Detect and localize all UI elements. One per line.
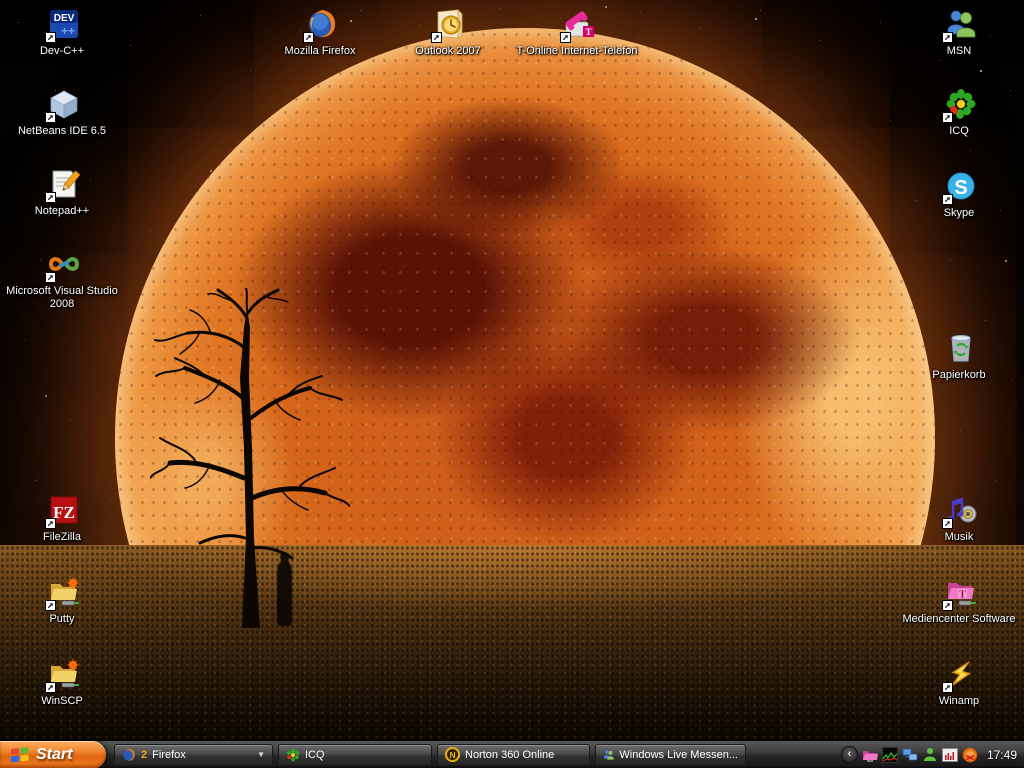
start-label: Start bbox=[36, 746, 72, 764]
task-button-label: ICQ bbox=[305, 749, 325, 761]
shortcut-arrow-icon: ➚ bbox=[942, 194, 953, 205]
svg-text:S: S bbox=[954, 177, 967, 199]
shortcut-arrow-icon: ➚ bbox=[942, 600, 953, 611]
svg-text:FZ: FZ bbox=[53, 503, 75, 522]
desktop-icon-mediencenter[interactable]: T ➚ Mediencenter Software bbox=[889, 576, 1024, 626]
icon-label: Notepad++ bbox=[35, 205, 89, 218]
firefox-task-icon bbox=[122, 748, 136, 762]
icq-task-icon bbox=[286, 748, 300, 762]
desktop-icon-visual-studio[interactable]: ➚ Microsoft Visual Studio 2008 bbox=[2, 248, 122, 311]
svg-text:N: N bbox=[449, 750, 455, 760]
shortcut-arrow-icon: ➚ bbox=[431, 32, 442, 43]
desktop-icon-msn[interactable]: ➚ MSN bbox=[889, 8, 1024, 58]
task-button-icq[interactable]: ICQ bbox=[278, 744, 432, 766]
shortcut-arrow-icon: ➚ bbox=[45, 32, 56, 43]
icon-label: WinSCP bbox=[41, 695, 83, 708]
desktop-icon-notepadpp[interactable]: ➚ Notepad++ bbox=[2, 168, 122, 218]
icon-label: NetBeans IDE 6.5 bbox=[18, 125, 106, 138]
alert-tray-icon[interactable] bbox=[962, 747, 978, 763]
shortcut-arrow-icon: ➚ bbox=[942, 682, 953, 693]
task-button-norton[interactable]: N Norton 360 Online bbox=[437, 744, 590, 766]
icon-label: Winamp bbox=[939, 695, 979, 708]
desktop-icon-filezilla[interactable]: FZ ➚ FileZilla bbox=[2, 494, 122, 544]
task-button-wlm[interactable]: Windows Live Messen... bbox=[595, 744, 746, 766]
shortcut-arrow-icon: ➚ bbox=[45, 518, 56, 529]
desktop-icon-musik[interactable]: ➚ Musik bbox=[889, 494, 1024, 544]
desktop-icon-netbeans[interactable]: ➚ NetBeans IDE 6.5 bbox=[2, 88, 122, 138]
shortcut-arrow-icon: ➚ bbox=[942, 112, 953, 123]
shortcut-arrow-icon: ➚ bbox=[45, 112, 56, 123]
tree-silhouette bbox=[150, 288, 350, 628]
group-dropdown-icon[interactable]: ▼ bbox=[257, 750, 265, 759]
icon-label: Dev-C++ bbox=[40, 45, 84, 58]
tray-expand-chevron-icon[interactable]: ‹ bbox=[841, 746, 858, 763]
messenger-task-icon bbox=[603, 748, 614, 762]
svg-text:++: ++ bbox=[61, 24, 75, 38]
desktop-icon-winamp[interactable]: ➚ Winamp bbox=[889, 658, 1024, 708]
shortcut-arrow-icon: ➚ bbox=[942, 32, 953, 43]
icon-label: Microsoft Visual Studio 2008 bbox=[2, 285, 122, 311]
stars-big bbox=[0, 0, 2, 2]
desktop-icon-t-online[interactable]: T ➚ T-Online Internet-Telefon bbox=[497, 8, 657, 58]
shortcut-arrow-icon: ➚ bbox=[942, 518, 953, 529]
volume-meter-tray-icon[interactable] bbox=[942, 747, 958, 763]
icon-label: Outlook 2007 bbox=[415, 45, 480, 58]
icon-label: Papierkorb bbox=[932, 369, 985, 382]
desktop-icon-winscp[interactable]: ➚ WinSCP bbox=[2, 658, 122, 708]
task-button-firefox[interactable]: 2 Firefox ▼ bbox=[114, 744, 273, 766]
desktop-icon-putty[interactable]: ➚ Putty bbox=[2, 576, 122, 626]
icon-label: T-Online Internet-Telefon bbox=[516, 45, 637, 58]
taskbar: Start 2 Firefox ▼ bbox=[0, 740, 1024, 768]
t-online-tray-icon[interactable] bbox=[862, 747, 878, 763]
person-body bbox=[277, 560, 292, 626]
windows-logo-icon bbox=[10, 746, 30, 764]
icon-label: Putty bbox=[49, 613, 74, 626]
start-button[interactable]: Start bbox=[0, 741, 106, 768]
window-count: 2 bbox=[141, 749, 147, 761]
icon-label: MSN bbox=[947, 45, 971, 58]
system-tray: ‹ bbox=[837, 741, 1024, 768]
task-button-label: Windows Live Messen... bbox=[619, 749, 738, 761]
shortcut-arrow-icon: ➚ bbox=[45, 682, 56, 693]
icon-label: Mozilla Firefox bbox=[285, 45, 356, 58]
desktop-icon-papierkorb[interactable]: Papierkorb bbox=[889, 332, 1024, 382]
desktop-icon-icq[interactable]: ➚ ICQ bbox=[889, 88, 1024, 138]
task-buttons: 2 Firefox ▼ ICQ bbox=[114, 744, 746, 766]
norton-task-icon: N bbox=[445, 747, 460, 762]
svg-text:T: T bbox=[959, 590, 966, 601]
icon-label: ICQ bbox=[949, 125, 969, 138]
shortcut-arrow-icon: ➚ bbox=[303, 32, 314, 43]
network-connections-tray-icon[interactable] bbox=[902, 747, 918, 763]
shortcut-arrow-icon: ➚ bbox=[45, 192, 56, 203]
icon-label: Mediencenter Software bbox=[902, 613, 1015, 626]
task-button-label: Firefox bbox=[152, 749, 186, 761]
icon-label: Skype bbox=[944, 207, 975, 220]
svg-text:T: T bbox=[585, 27, 591, 37]
person-silhouette bbox=[277, 552, 292, 626]
desktop-icon-dev-cpp[interactable]: DEV ++ ➚ Dev-C++ bbox=[2, 8, 122, 58]
recycle-bin-icon bbox=[945, 332, 977, 364]
desktop: DEV ++ ➚ Dev-C++ ➚ NetBeans IDE 6.5 bbox=[0, 0, 1024, 768]
icon-label: FileZilla bbox=[43, 531, 81, 544]
shortcut-arrow-icon: ➚ bbox=[45, 600, 56, 611]
task-button-label: Norton 360 Online bbox=[465, 749, 554, 761]
shortcut-arrow-icon: ➚ bbox=[45, 272, 56, 283]
clock[interactable]: 17:49 bbox=[987, 748, 1017, 762]
svg-text:DEV: DEV bbox=[54, 13, 75, 24]
desktop-icon-skype[interactable]: S ➚ Skype bbox=[889, 170, 1024, 220]
network-monitor-tray-icon[interactable] bbox=[882, 747, 898, 763]
shortcut-arrow-icon: ➚ bbox=[560, 32, 571, 43]
icq-status-tray-icon[interactable] bbox=[922, 747, 938, 763]
icon-label: Musik bbox=[945, 531, 974, 544]
